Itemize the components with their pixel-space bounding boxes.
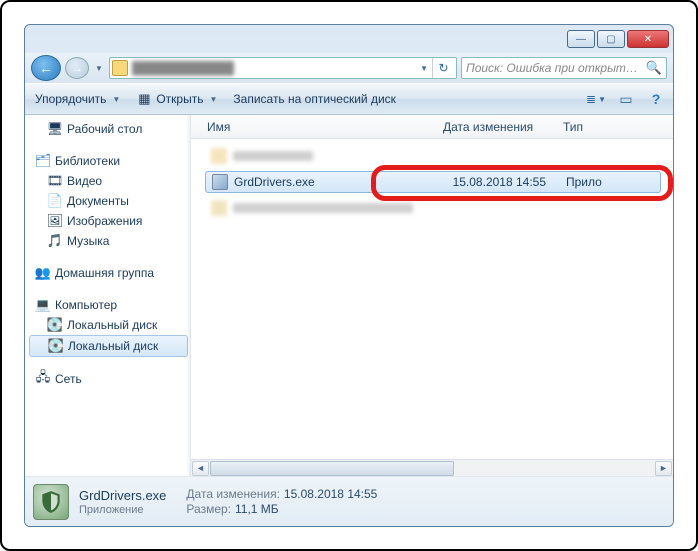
nav-history-dropdown[interactable]: ▼ [93,55,105,81]
nav-back-button[interactable]: ← [31,55,61,81]
disk-icon: 💽 [48,338,64,354]
preview-pane-button[interactable]: ▭ [615,88,637,110]
views-button[interactable]: ≣▼ [585,88,607,110]
horizontal-scrollbar[interactable]: ◄ ► [191,459,673,476]
pictures-icon: 🖼 [47,213,63,229]
explorer-window: — ▢ ✕ ← → ▼ ████████████ ▼ ↻ Поиск: Ошиб… [24,24,674,527]
open-button[interactable]: ▦ Открыть▼ [132,89,221,109]
disk-icon: 💽 [47,317,63,333]
search-placeholder: Поиск: Ошибка при открытии Пан... [466,61,642,75]
file-name: GrdDrivers.exe [234,175,446,189]
sidebar-item-pictures[interactable]: 🖼Изображения [27,211,190,231]
address-dropdown-icon[interactable]: ▼ [420,64,428,73]
scroll-left-button[interactable]: ◄ [192,461,209,476]
scroll-thumb[interactable] [210,461,454,476]
nav-forward-button[interactable]: → [65,57,89,79]
app-icon: ▦ [136,91,152,107]
shield-icon [33,484,69,520]
sidebar-item-documents[interactable]: 📄Документы [27,191,190,211]
sidebar-item-localdisk-2[interactable]: 💽Локальный диск [29,335,188,357]
desktop-icon: 🖥 [47,121,63,137]
sidebar-item-homegroup[interactable]: 👥Домашняя группа [27,263,190,283]
minimize-button[interactable]: — [567,30,595,48]
column-name[interactable]: Имя [199,120,443,134]
file-row-selected[interactable]: GrdDrivers.exe 15.08.2018 14:55 Прило [205,171,661,193]
file-type: Прило [566,175,654,189]
video-icon: 🎞 [47,173,63,189]
help-button[interactable]: ? [645,88,667,110]
network-icon: 🖧 [35,371,51,387]
sidebar-item-localdisk-1[interactable]: 💽Локальный диск [27,315,190,335]
folder-icon [112,60,128,76]
column-headers: Имя Дата изменения Тип [191,115,673,139]
sidebar-item-videos[interactable]: 🎞Видео [27,171,190,191]
address-path: ████████████ [132,61,416,75]
document-icon: 📄 [47,193,63,209]
search-box[interactable]: Поиск: Ошибка при открытии Пан... 🔍 [461,57,667,79]
file-date: 15.08.2018 14:55 [446,175,566,189]
sidebar-item-music[interactable]: 🎵Музыка [27,231,190,251]
computer-icon: 💻 [35,297,51,313]
details-size-label: Размер: [186,502,231,516]
details-title: GrdDrivers.exe [79,488,166,503]
content-pane: Имя Дата изменения Тип GrdDrivers.exe 15… [191,115,673,476]
sidebar-item-network[interactable]: 🖧Сеть [27,369,190,389]
details-date-label: Дата изменения: [186,487,280,501]
details-pane: GrdDrivers.exe Приложение Дата изменения… [25,476,673,526]
file-row-blurred [211,147,665,165]
navbar: ← → ▼ ████████████ ▼ ↻ Поиск: Ошибка при… [25,53,673,83]
burn-button[interactable]: Записать на оптический диск [229,90,400,108]
organize-button[interactable]: Упорядочить▼ [31,90,124,108]
search-icon: 🔍 [646,60,662,76]
file-row-blurred [211,199,665,217]
sidebar-item-computer[interactable]: 💻Компьютер [27,295,190,315]
navigation-pane: 🖥Рабочий стол 🗂Библиотеки 🎞Видео 📄Докуме… [25,115,191,476]
libraries-icon: 🗂 [35,153,51,169]
close-button[interactable]: ✕ [627,30,669,48]
scroll-track[interactable] [210,461,654,476]
music-icon: 🎵 [47,233,63,249]
homegroup-icon: 👥 [35,265,51,281]
toolbar: Упорядочить▼ ▦ Открыть▼ Записать на опти… [25,83,673,115]
column-date[interactable]: Дата изменения [443,120,563,134]
details-date-value: 15.08.2018 14:55 [284,487,377,501]
details-subtitle: Приложение [79,504,166,516]
address-bar[interactable]: ████████████ ▼ ↻ [109,57,457,79]
sidebar-item-desktop[interactable]: 🖥Рабочий стол [27,119,190,139]
column-type[interactable]: Тип [563,120,665,134]
maximize-button[interactable]: ▢ [597,30,625,48]
sidebar-item-libraries[interactable]: 🗂Библиотеки [27,151,190,171]
file-list: GrdDrivers.exe 15.08.2018 14:55 Прило [191,139,673,459]
scroll-right-button[interactable]: ► [655,461,672,476]
exe-icon [212,174,228,190]
refresh-button[interactable]: ↻ [432,58,454,78]
titlebar: — ▢ ✕ [25,25,673,53]
details-size-value: 11,1 МБ [235,502,279,516]
